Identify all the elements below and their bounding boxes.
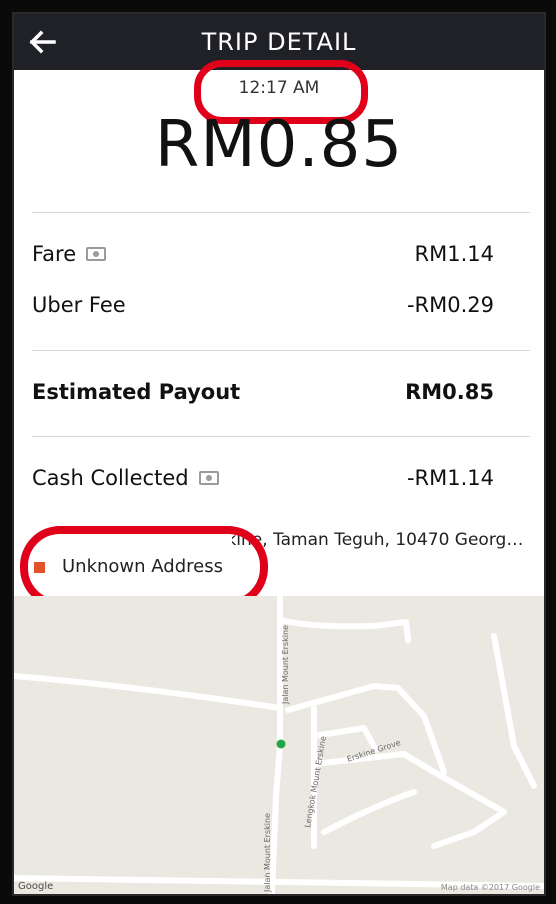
uber-fee-row: Uber Fee -RM0.29	[32, 293, 494, 317]
estimated-payout-row: Estimated Payout RM0.85	[32, 380, 494, 404]
uber-fee-value: -RM0.29	[406, 293, 494, 317]
back-arrow-icon[interactable]	[24, 24, 60, 60]
divider	[32, 436, 530, 437]
page-title: TRIP DETAIL	[201, 28, 357, 56]
map-label-lower-road: Jalan Mount Erskine	[263, 813, 272, 893]
cash-collected-value: -RM1.14	[406, 466, 494, 490]
google-logo: Google	[18, 881, 54, 892]
map-data-attribution: Map data ©2017 Google	[440, 883, 540, 892]
cash-collected-row: Cash Collected -RM1.14	[32, 466, 494, 490]
pickup-dot-icon	[276, 739, 286, 749]
fare-value: RM1.14	[414, 242, 494, 266]
route-map[interactable]: Jalan Mount Erskine Lengkok Mount Erskin…	[14, 596, 544, 894]
fare-label: Fare	[32, 242, 77, 266]
estimated-payout-label: Estimated Payout	[32, 380, 241, 404]
cash-icon	[86, 247, 107, 261]
cash-collected-label: Cash Collected	[32, 466, 189, 490]
divider	[32, 212, 530, 213]
estimated-payout-value: RM0.85	[405, 380, 494, 404]
map-label-jalan-mount-erskine: Jalan Mount Erskine	[281, 625, 290, 705]
uber-fee-label: Uber Fee	[32, 293, 126, 317]
fare-row: Fare RM1.14	[32, 242, 494, 266]
trip-amount: RM0.85	[154, 108, 404, 182]
cash-icon	[198, 471, 219, 485]
trip-detail-screen: TRIP DETAIL 12:17 AM RM0.85 Fare RM1.14 …	[12, 12, 546, 896]
divider	[32, 350, 530, 351]
